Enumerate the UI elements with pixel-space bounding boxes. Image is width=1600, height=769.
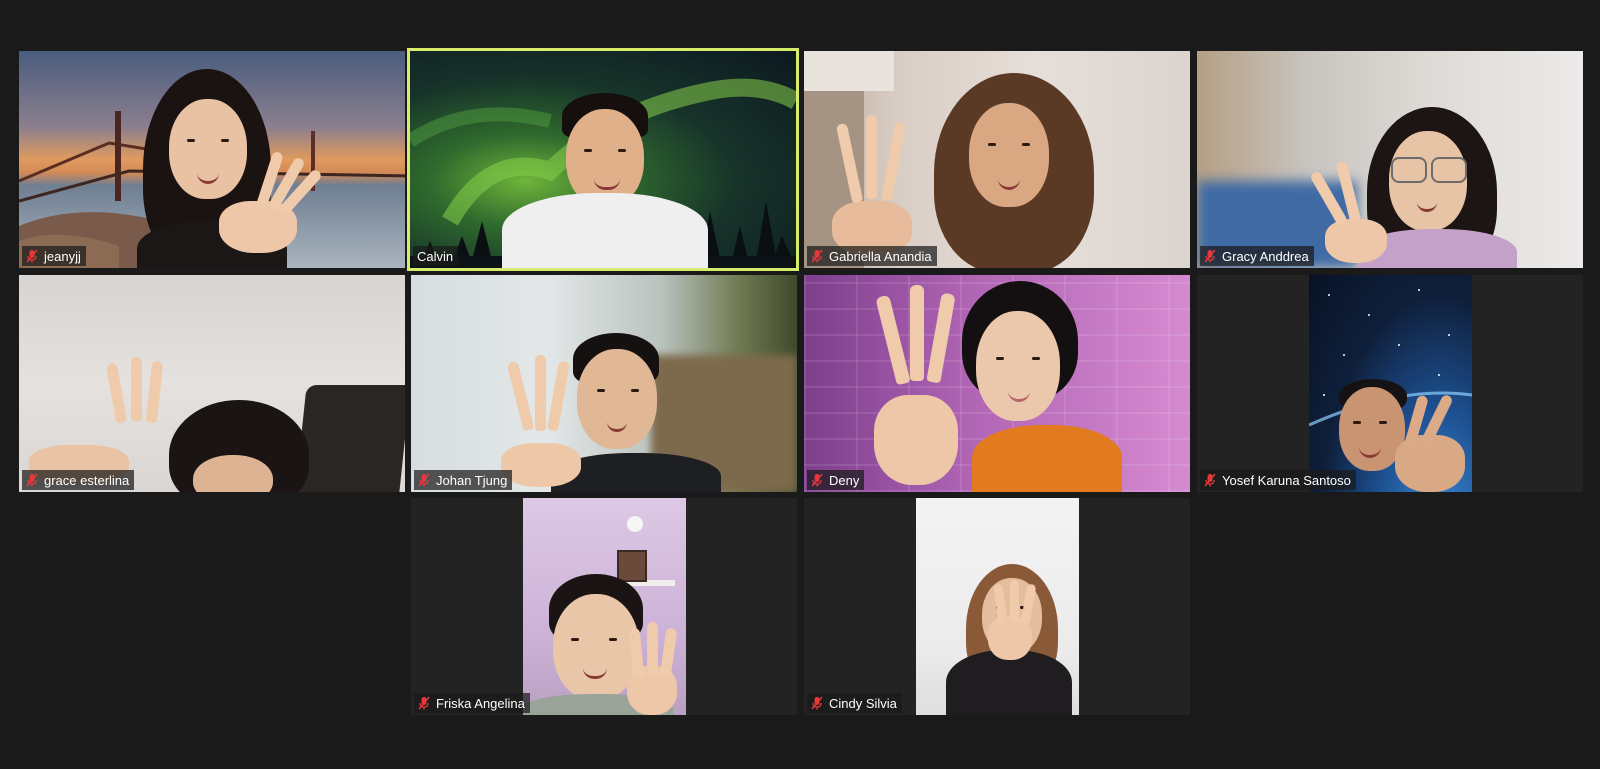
video-tile-grace-esterlina[interactable]: grace esterlina (19, 275, 405, 492)
video-feed (523, 498, 686, 715)
participant-name: Cindy Silvia (829, 695, 897, 711)
video-feed (19, 51, 405, 268)
video-tile-gracy-anddrea[interactable]: Gracy Anddrea (1197, 51, 1583, 268)
participant-name: Friska Angelina (436, 695, 525, 711)
participant-name-tag: jeanyjj (22, 246, 86, 266)
video-feed (411, 275, 797, 492)
participant-person (954, 275, 1124, 492)
video-feed (804, 51, 1190, 268)
muted-microphone-icon (418, 696, 430, 710)
video-tile-johan-tjung[interactable]: Johan Tjung (411, 275, 797, 492)
video-tile-calvin[interactable]: Calvin (407, 48, 799, 271)
participant-name: Deny (829, 472, 860, 488)
participant-name-tag: grace esterlina (22, 470, 135, 490)
participant-name-tag: Gracy Anddrea (1200, 246, 1314, 266)
muted-microphone-icon (811, 696, 823, 710)
participant-name: Johan Tjung (436, 472, 508, 488)
muted-microphone-icon (811, 473, 823, 487)
muted-microphone-icon (26, 473, 38, 487)
video-feed (1197, 51, 1583, 268)
participant-name-tag: Cindy Silvia (807, 693, 902, 713)
video-feed (1309, 275, 1472, 492)
participant-name-tag: Johan Tjung (414, 470, 513, 490)
muted-microphone-icon (418, 473, 430, 487)
participant-name: Gracy Anddrea (1222, 248, 1309, 264)
video-feed (916, 498, 1079, 715)
chair-back (295, 385, 405, 492)
participant-name-tag: Gabriella Anandia (807, 246, 937, 266)
meeting-gallery: jeanyjj Calvin Gabriella Anandia Gracy A… (0, 0, 1600, 769)
muted-microphone-icon (811, 249, 823, 263)
muted-microphone-icon (26, 249, 38, 263)
video-tile-deny[interactable]: Deny (804, 275, 1190, 492)
participant-person (159, 275, 309, 492)
participant-name: Calvin (417, 248, 454, 264)
video-tile-gabriella-anandia[interactable]: Gabriella Anandia (804, 51, 1190, 268)
video-tile-yosef-karuna-santoso[interactable]: Yosef Karuna Santoso (1197, 275, 1583, 492)
participant-name-tag: Calvin (413, 246, 459, 266)
video-tile-cindy-silvia[interactable]: Cindy Silvia (804, 498, 1190, 715)
video-feed (804, 275, 1190, 492)
participant-name-tag: Friska Angelina (414, 693, 530, 713)
participant-name: Gabriella Anandia (829, 248, 932, 264)
video-tile-friska-angelina[interactable]: Friska Angelina (411, 498, 797, 715)
video-feed (410, 51, 796, 268)
participant-person (914, 51, 1114, 268)
participant-name: jeanyjj (44, 248, 81, 264)
participant-name-tag: Deny (807, 470, 865, 490)
participant-person (946, 498, 1072, 715)
video-feed (19, 275, 405, 492)
muted-microphone-icon (1204, 473, 1216, 487)
muted-microphone-icon (1204, 249, 1216, 263)
participant-person (500, 51, 710, 268)
participant-name-tag: Yosef Karuna Santoso (1200, 470, 1356, 490)
air-conditioner (804, 51, 894, 91)
video-tile-jeanyjj[interactable]: jeanyjj (19, 51, 405, 268)
participant-name: Yosef Karuna Santoso (1222, 472, 1351, 488)
participant-name: grace esterlina (44, 472, 130, 488)
